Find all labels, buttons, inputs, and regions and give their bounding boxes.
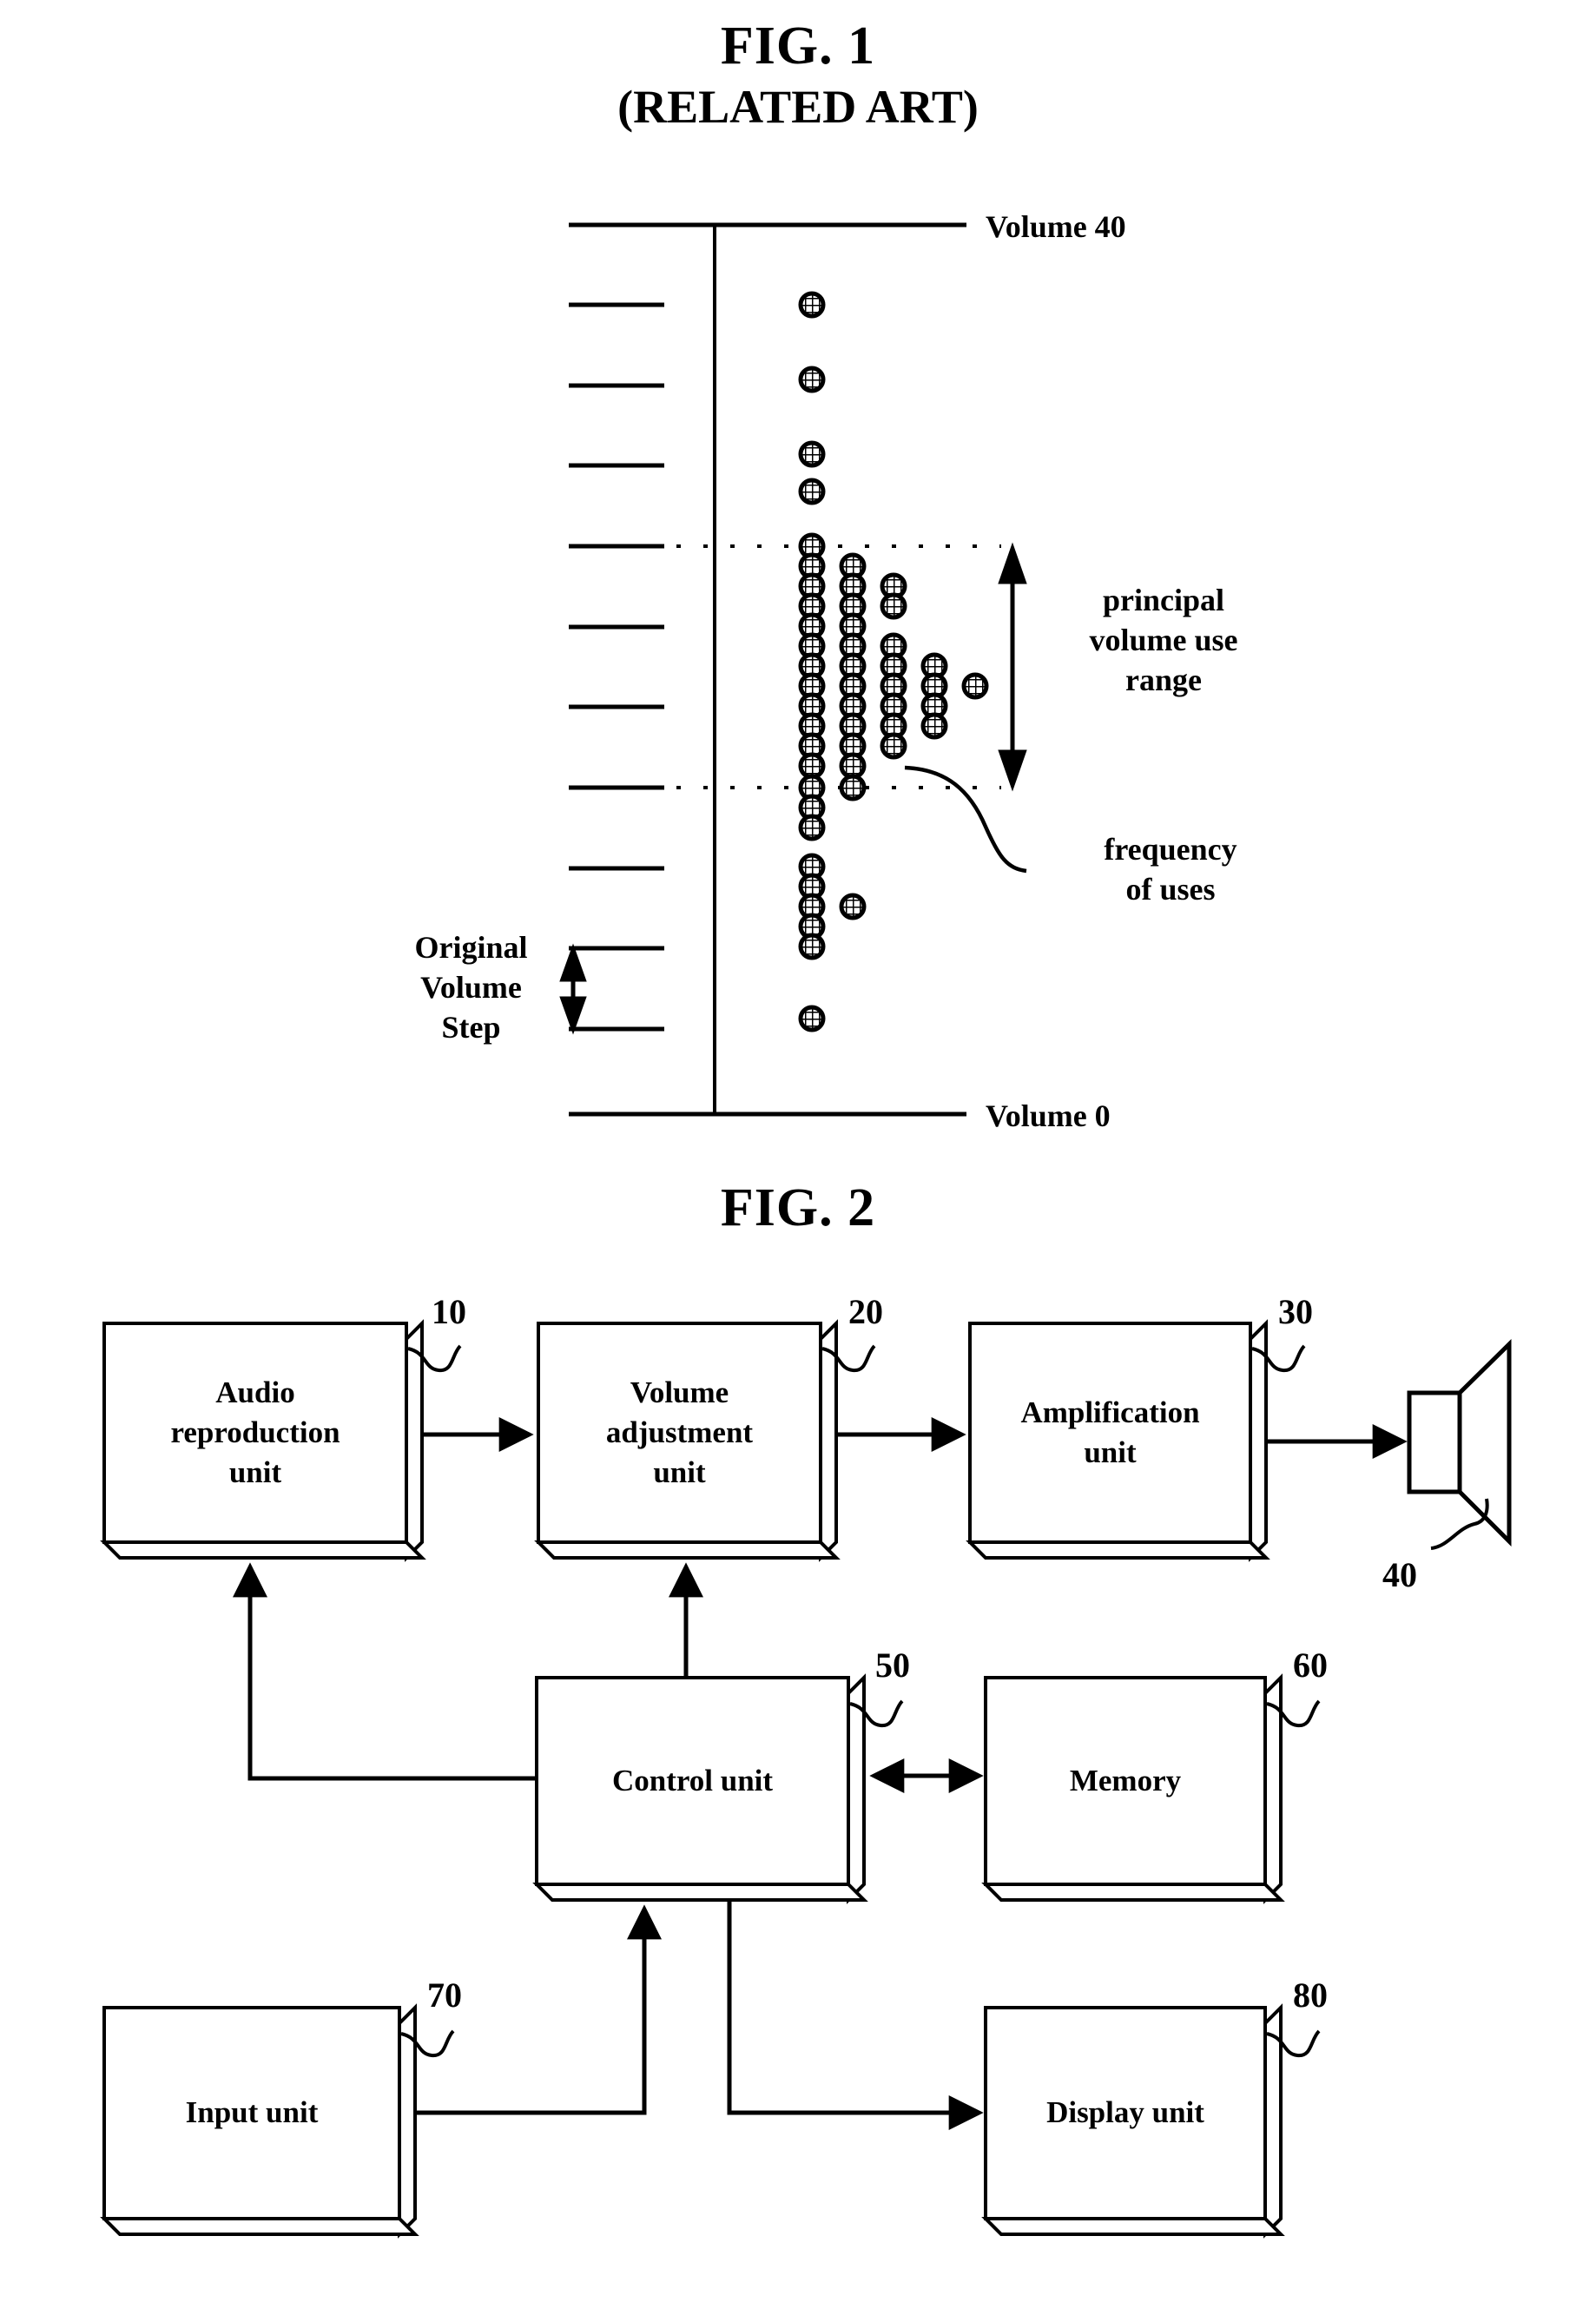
ref-num-60: 60: [1293, 1646, 1328, 1685]
box-label-input-unit: Input unit: [185, 2095, 319, 2130]
speaker-icon: [1407, 1339, 1512, 1550]
box-label-memory: Memory: [1069, 1763, 1182, 1797]
ref-num-70: 70: [427, 1975, 462, 2015]
ref-num-40: 40: [1382, 1555, 1417, 1594]
box-label-display-unit: Display unit: [1046, 2095, 1204, 2130]
arrow-control-to-display: [727, 1900, 984, 2130]
ref-num-10: 10: [432, 1292, 466, 1331]
box-label-amplification-unit: Amplification unit: [1020, 1395, 1200, 1469]
figure2-graphic: [100, 1319, 1512, 2239]
box-label-audio-reproduction-unit: Audio reproduction unit: [170, 1375, 340, 1490]
patent-figure-page: FIG. 1 (RELATED ART) Volume 40 Volume 0 …: [0, 0, 1596, 2302]
ref-num-50: 50: [875, 1646, 910, 1685]
box-label-control-unit: Control unit: [611, 1763, 774, 1797]
ref-num-80: 80: [1293, 1975, 1328, 2015]
ref-num-20: 20: [848, 1292, 883, 1331]
ref-num-30: 30: [1278, 1292, 1313, 1331]
box-label-volume-adjustment-unit: Volume adjustment unit: [605, 1375, 754, 1490]
arrow-control-to-audio: [233, 1562, 537, 1781]
